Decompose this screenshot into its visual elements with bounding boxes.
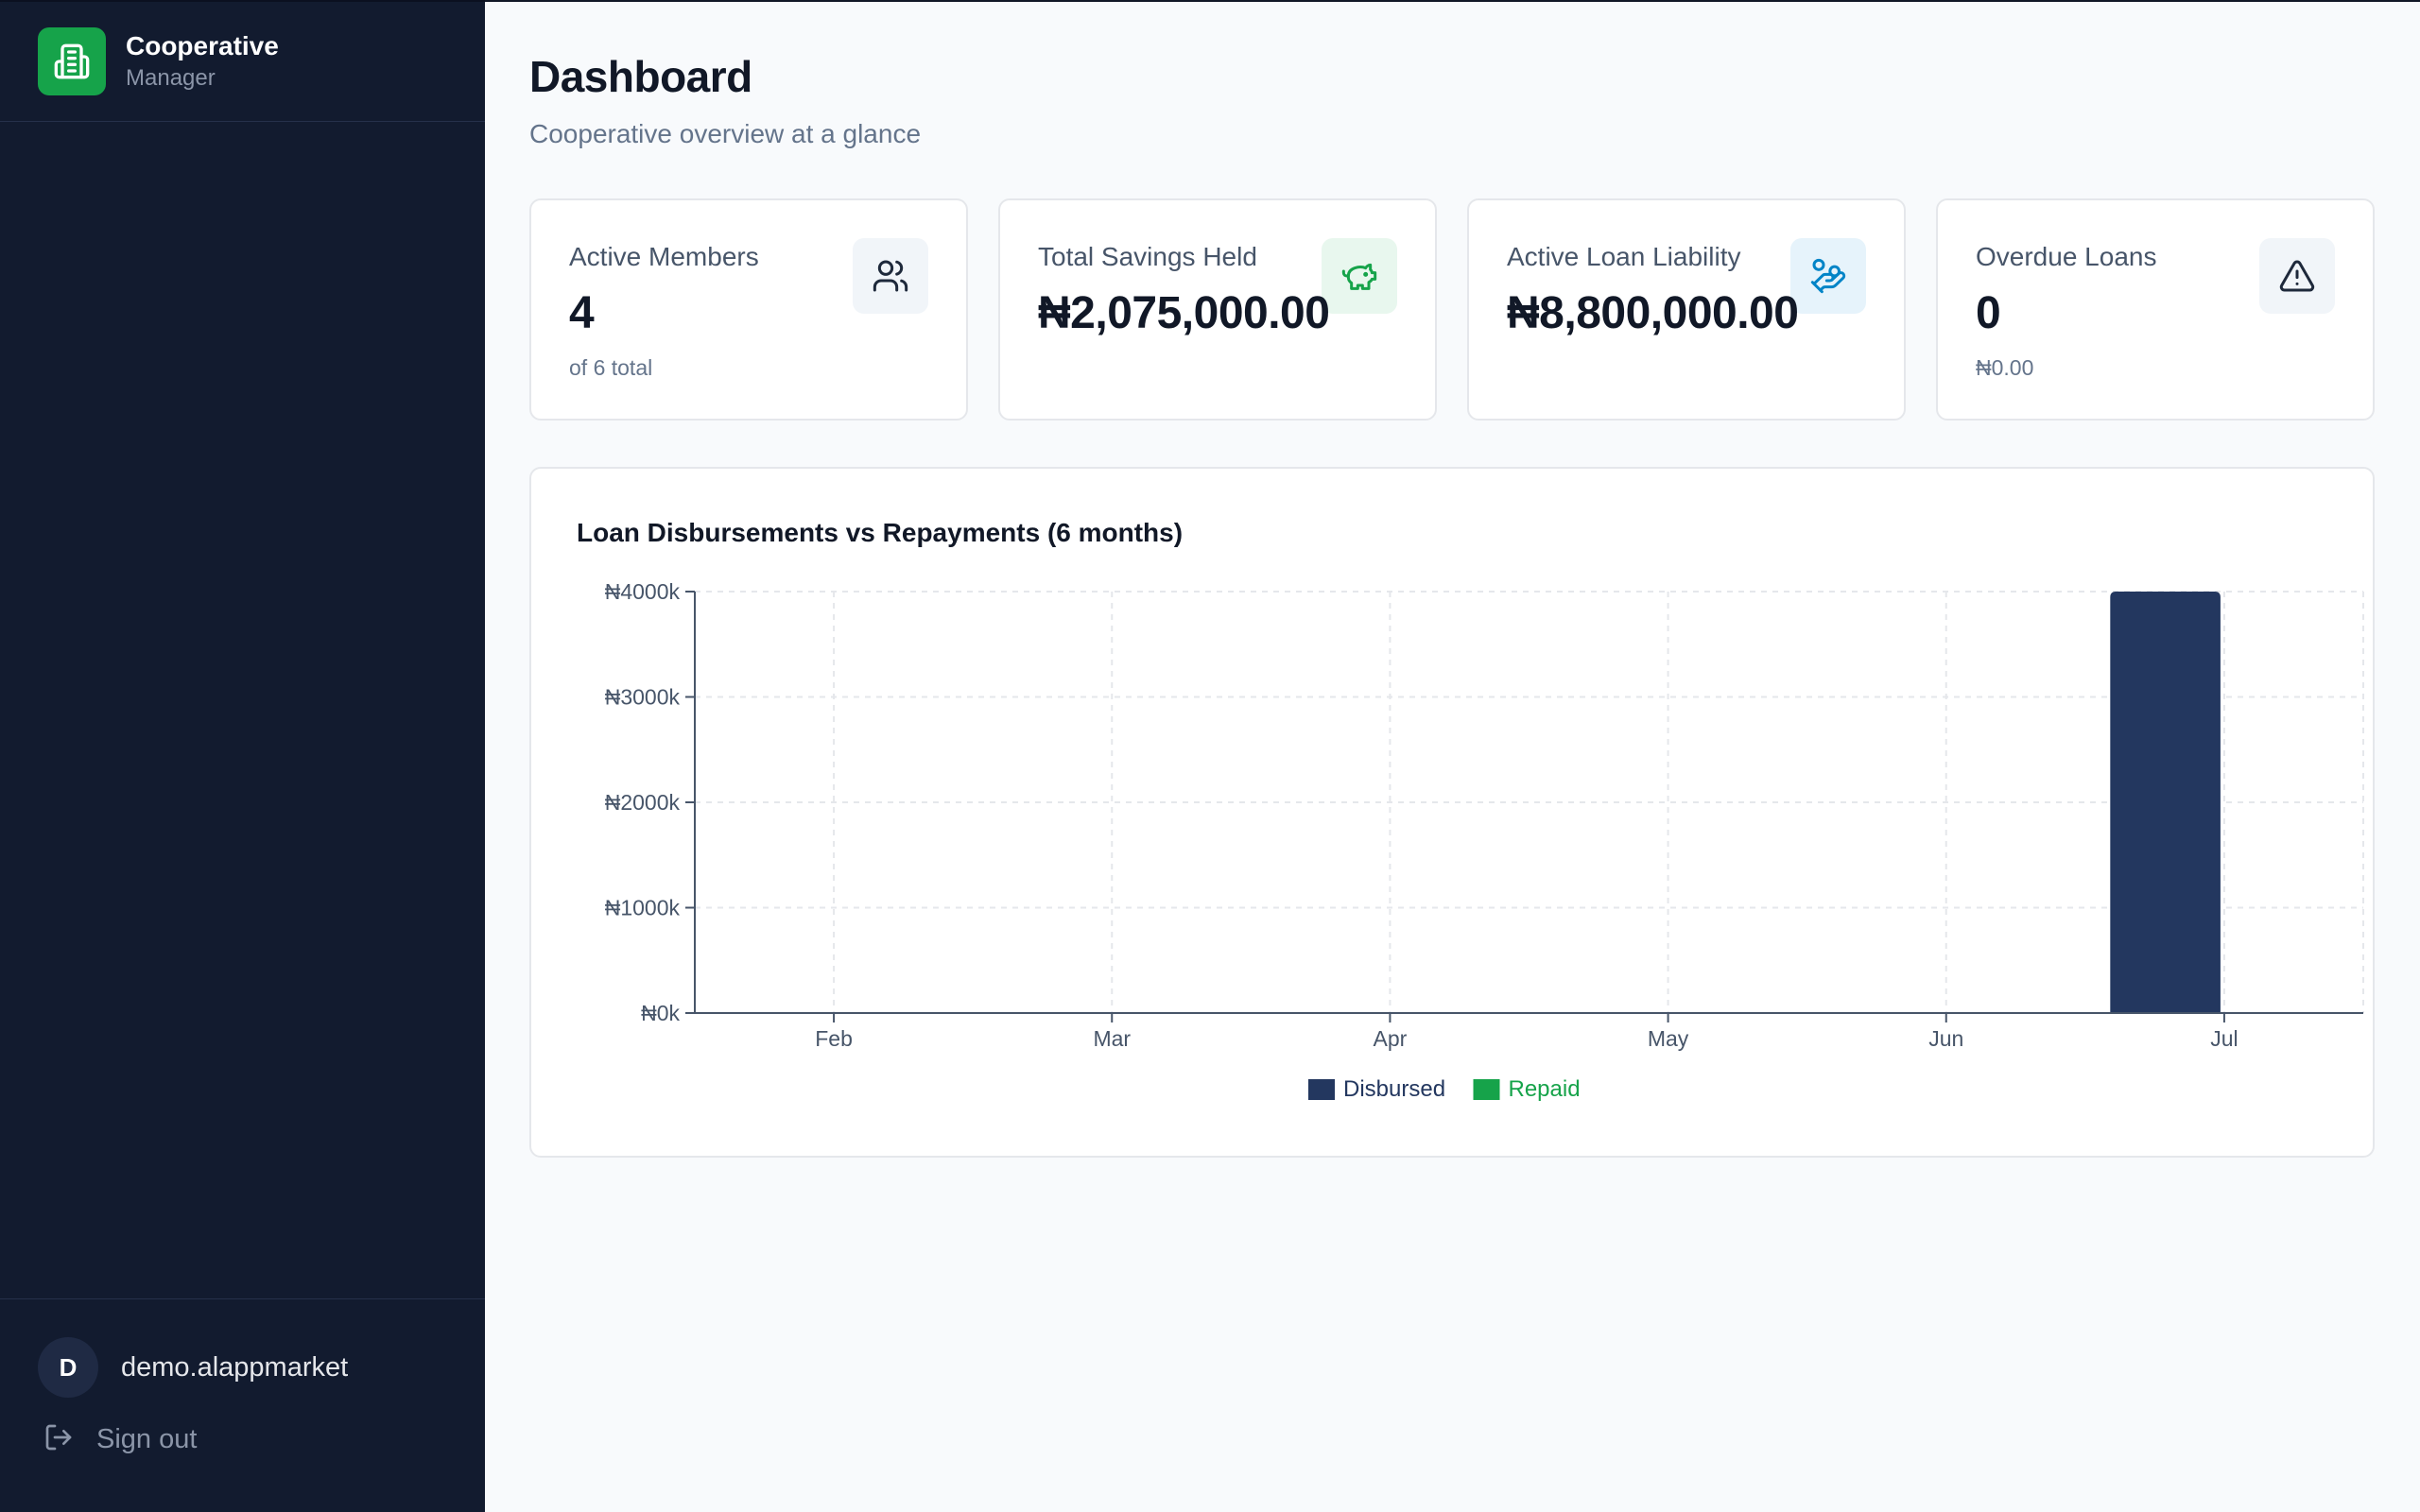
y-tick-label: ₦1000k — [605, 896, 681, 920]
brand[interactable]: Cooperative Manager — [0, 2, 485, 122]
sidebar: Cooperative Manager D demo.alappmarket S… — [0, 0, 485, 1512]
y-tick-label: ₦3000k — [605, 685, 681, 710]
stat-card-loan-liability: Active Loan Liability ₦8,800,000.00 — [1467, 198, 1906, 421]
sign-out-label: Sign out — [96, 1424, 198, 1454]
hand-coins-icon — [1790, 238, 1866, 314]
x-tick-label: Apr — [1374, 1026, 1408, 1051]
alert-triangle-icon — [2259, 238, 2335, 314]
page-title: Dashboard — [529, 52, 752, 101]
brand-subtitle: Manager — [126, 65, 216, 92]
x-tick-label: Jun — [1928, 1026, 1963, 1051]
user-profile[interactable]: D demo.alappmarket — [38, 1337, 348, 1398]
y-tick-label: ₦4000k — [605, 579, 681, 604]
piggy-bank-icon — [1322, 238, 1397, 314]
y-tick-label: ₦2000k — [605, 790, 681, 815]
y-tick-label: ₦0k — [641, 1001, 680, 1025]
stat-card-active-members: Active Members 4 of 6 total — [529, 198, 968, 421]
stat-value: ₦8,800,000.00 — [1507, 288, 1799, 338]
sign-out-button[interactable]: Sign out — [43, 1422, 197, 1457]
legend-swatch-disbursed — [1308, 1079, 1335, 1100]
loan-chart: ₦0k ₦1000k ₦2000k ₦3000k ₦4000k Feb Mar Apr May J… — [605, 579, 2364, 1102]
legend-label-repaid: Repaid — [1509, 1076, 1581, 1102]
x-tick-label: Mar — [1093, 1026, 1131, 1051]
x-tick-label: May — [1648, 1026, 1689, 1051]
page-subtitle: Cooperative overview at a glance — [529, 119, 922, 148]
users-icon — [853, 238, 928, 314]
legend-label-disbursed: Disbursed — [1343, 1076, 1445, 1102]
stat-subtext: of 6 total — [569, 355, 653, 380]
stat-value: 0 — [1976, 288, 2001, 338]
bar-disbursed — [2110, 592, 2221, 1013]
stat-title: Overdue Loans — [1976, 242, 2157, 271]
main-content: Dashboard Cooperative overview at a glan… — [485, 0, 2420, 1512]
stat-title: Active Loan Liability — [1507, 242, 1741, 271]
stat-title: Total Savings Held — [1038, 242, 1257, 271]
loan-chart-card: Loan Disbursements vs Repayments (6 mont… — [529, 467, 2375, 1158]
x-tick-label: Feb — [815, 1026, 853, 1051]
legend-swatch-repaid — [1473, 1079, 1500, 1100]
stat-subtext: ₦0.00 — [1976, 355, 2034, 380]
stat-value: ₦2,075,000.00 — [1038, 288, 1330, 338]
log-out-icon — [43, 1422, 74, 1457]
stat-card-total-savings: Total Savings Held ₦2,075,000.00 — [998, 198, 1437, 421]
brand-title: Cooperative — [126, 31, 279, 61]
avatar: D — [38, 1337, 98, 1398]
user-name: demo.alappmarket — [121, 1351, 349, 1383]
stat-title: Active Members — [569, 242, 759, 271]
building-icon — [38, 27, 106, 95]
sidebar-footer: D demo.alappmarket Sign out — [0, 1298, 485, 1512]
stat-value: 4 — [569, 288, 595, 338]
stat-card-overdue-loans: Overdue Loans 0 ₦0.00 — [1936, 198, 2375, 421]
x-tick-label: Jul — [2210, 1026, 2238, 1051]
